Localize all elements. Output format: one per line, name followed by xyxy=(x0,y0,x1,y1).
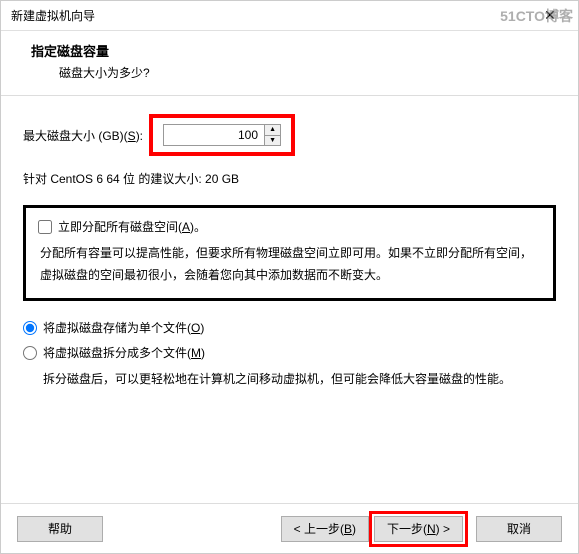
wizard-content: 最大磁盘大小 (GB)(S): ▲ ▼ 针对 CentOS 6 64 位 的建议… xyxy=(1,96,578,503)
store-split-label: 将虚拟磁盘拆分成多个文件(M) xyxy=(43,344,205,361)
store-split-description: 拆分磁盘后，可以更轻松地在计算机之间移动虚拟机，但可能会降低大容量磁盘的性能。 xyxy=(23,369,556,391)
wizard-footer: 帮助 < 上一步(B) 下一步(N) > 取消 xyxy=(1,503,578,553)
back-button[interactable]: < 上一步(B) xyxy=(281,516,369,542)
store-split-radio-row[interactable]: 将虚拟磁盘拆分成多个文件(M) xyxy=(23,344,556,361)
wizard-dialog: 51CTO博客 新建虚拟机向导 ✕ 指定磁盘容量 磁盘大小为多少? 最大磁盘大小… xyxy=(0,0,579,554)
store-single-radio-row[interactable]: 将虚拟磁盘存储为单个文件(O) xyxy=(23,319,556,336)
close-button[interactable]: ✕ xyxy=(530,2,570,30)
store-single-label: 将虚拟磁盘存储为单个文件(O) xyxy=(43,319,204,336)
disk-size-row: 最大磁盘大小 (GB)(S): ▲ ▼ xyxy=(23,114,556,156)
next-button[interactable]: 下一步(N) > xyxy=(374,516,463,542)
window-title: 新建虚拟机向导 xyxy=(11,7,95,24)
close-icon: ✕ xyxy=(544,7,556,24)
store-split-radio[interactable] xyxy=(23,346,37,360)
wizard-header: 指定磁盘容量 磁盘大小为多少? xyxy=(1,31,578,96)
allocate-now-description: 分配所有容量可以提高性能，但要求所有物理磁盘空间立即可用。如果不立即分配所有空间… xyxy=(38,243,541,286)
allocate-now-group: 立即分配所有磁盘空间(A)。 分配所有容量可以提高性能，但要求所有物理磁盘空间立… xyxy=(23,205,556,301)
next-button-highlight: 下一步(N) > xyxy=(369,511,468,547)
disk-size-input[interactable] xyxy=(164,125,264,145)
spinner-down-icon[interactable]: ▼ xyxy=(265,136,280,146)
titlebar: 新建虚拟机向导 ✕ xyxy=(1,1,578,31)
page-subtitle: 磁盘大小为多少? xyxy=(31,64,558,81)
recommended-size-text: 针对 CentOS 6 64 位 的建议大小: 20 GB xyxy=(23,170,556,187)
disk-size-label: 最大磁盘大小 (GB)(S): xyxy=(23,127,143,144)
cancel-button[interactable]: 取消 xyxy=(476,516,562,542)
allocate-now-label: 立即分配所有磁盘空间(A)。 xyxy=(58,218,206,235)
disk-size-highlight: ▲ ▼ xyxy=(149,114,295,156)
spinner-buttons: ▲ ▼ xyxy=(264,125,280,145)
store-single-radio[interactable] xyxy=(23,321,37,335)
allocate-now-checkbox-row[interactable]: 立即分配所有磁盘空间(A)。 xyxy=(38,218,541,235)
help-button[interactable]: 帮助 xyxy=(17,516,103,542)
spinner-up-icon[interactable]: ▲ xyxy=(265,125,280,136)
page-title: 指定磁盘容量 xyxy=(31,41,558,60)
allocate-now-checkbox[interactable] xyxy=(38,220,52,234)
disk-size-spinner[interactable]: ▲ ▼ xyxy=(163,124,281,146)
